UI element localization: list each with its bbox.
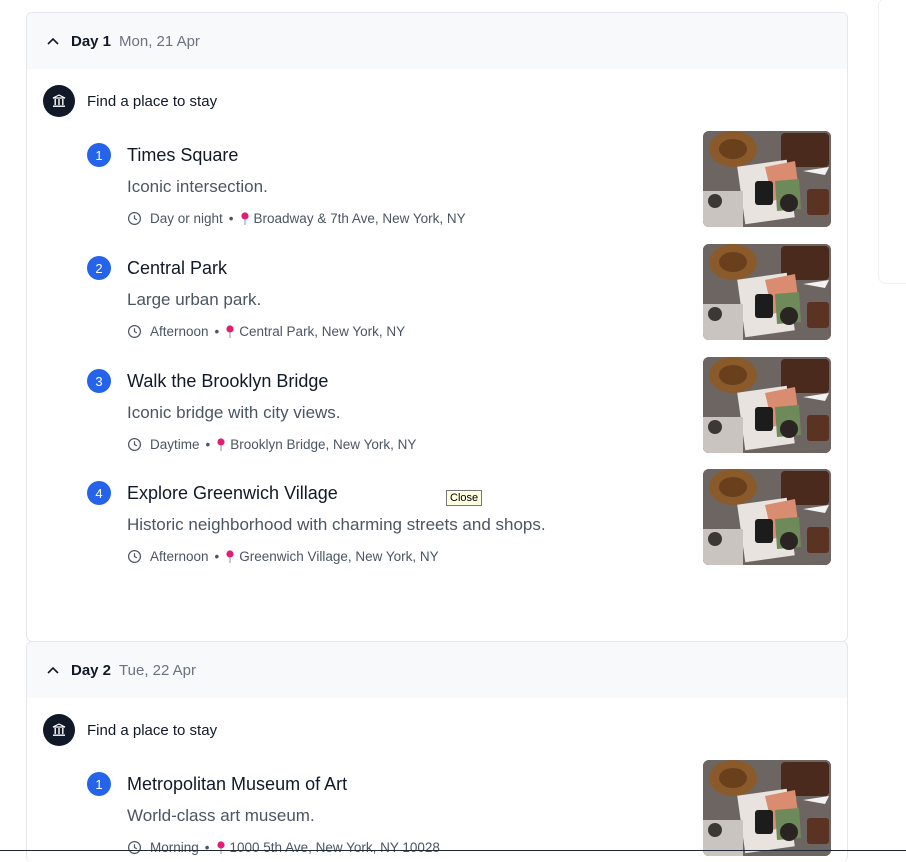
activity-thumbnail[interactable]	[703, 760, 831, 856]
activity-description: Iconic intersection.	[127, 177, 268, 196]
day-header[interactable]: Day 2 Tue, 22 Apr	[27, 642, 847, 698]
day-card-2: Day 2 Tue, 22 Apr Find a place to stay 1…	[26, 641, 848, 862]
activity-meta: Daytime • Brooklyn Bridge, New York, NY	[127, 437, 416, 452]
pin-icon	[240, 211, 249, 225]
activity-item[interactable]: 2 Central Park Large urban park. Afterno…	[87, 244, 831, 356]
right-side-panel	[878, 0, 906, 284]
separator-dot: •	[214, 324, 220, 339]
activity-title: Explore Greenwich Village	[127, 483, 338, 503]
activity-description: World-class art museum.	[127, 806, 315, 825]
activity-item[interactable]: 1 Metropolitan Museum of Art World-class…	[87, 760, 831, 862]
chevron-up-icon[interactable]	[45, 662, 61, 678]
close-tooltip: Close	[446, 490, 483, 506]
activity-location: 1000 5th Ave, New York, NY 10028	[229, 840, 440, 855]
clock-icon	[127, 437, 142, 452]
activity-title: Walk the Brooklyn Bridge	[127, 371, 329, 391]
find-stay-label: Find a place to stay	[87, 721, 218, 739]
activity-description: Historic neighborhood with charming stre…	[127, 515, 546, 534]
clock-icon	[127, 211, 142, 226]
clock-icon	[127, 840, 142, 855]
activity-description: Large urban park.	[127, 290, 262, 309]
pin-icon	[226, 324, 234, 338]
bank-icon	[43, 85, 75, 117]
pin-icon	[226, 549, 234, 563]
day-header[interactable]: Day 1 Mon, 21 Apr	[27, 13, 847, 69]
activity-location: Greenwich Village, New York, NY	[239, 549, 439, 564]
find-stay-label: Find a place to stay	[87, 92, 218, 110]
day-date: Tue, 22 Apr	[119, 661, 197, 679]
activity-thumbnail[interactable]	[703, 357, 831, 453]
activity-title: Central Park	[127, 258, 228, 278]
pin-icon	[216, 840, 225, 854]
activity-title: Metropolitan Museum of Art	[127, 774, 348, 794]
activity-thumbnail[interactable]	[703, 131, 831, 227]
activity-number: 4	[87, 481, 111, 505]
activity-location: Broadway & 7th Ave, New York, NY	[253, 211, 466, 226]
activity-number: 3	[87, 369, 111, 393]
activity-meta: Day or night • Broadway & 7th Ave, New Y…	[127, 211, 466, 226]
day-label: Day 1	[71, 32, 112, 50]
find-stay-row[interactable]: Find a place to stay	[43, 85, 217, 117]
window-bottom-border	[0, 850, 906, 851]
activity-number: 1	[87, 143, 111, 167]
activity-time: Morning	[150, 840, 199, 855]
activity-meta: Morning • 1000 5th Ave, New York, NY 100…	[127, 840, 440, 855]
activity-time: Afternoon	[150, 549, 209, 564]
activity-location: Brooklyn Bridge, New York, NY	[230, 437, 417, 452]
activity-item[interactable]: 3 Walk the Brooklyn Bridge Iconic bridge…	[87, 357, 831, 469]
activity-title: Times Square	[127, 145, 239, 165]
day-label: Day 2	[71, 661, 112, 679]
bank-icon	[43, 714, 75, 746]
activity-location: Central Park, New York, NY	[239, 324, 406, 339]
activity-description: Iconic bridge with city views.	[127, 403, 341, 422]
activity-thumbnail[interactable]	[703, 244, 831, 340]
activity-number: 2	[87, 256, 111, 280]
activity-time: Day or night	[150, 211, 223, 226]
separator-dot: •	[214, 549, 220, 564]
day-card-1: Day 1 Mon, 21 Apr Find a place to stay 1…	[26, 12, 848, 642]
activity-time: Daytime	[150, 437, 200, 452]
find-stay-row[interactable]: Find a place to stay	[43, 714, 217, 746]
activity-number: 1	[87, 772, 111, 796]
separator-dot: •	[228, 211, 234, 226]
activity-meta: Afternoon • Greenwich Village, New York,…	[127, 549, 439, 564]
day-date: Mon, 21 Apr	[119, 32, 200, 50]
activity-thumbnail[interactable]	[703, 469, 831, 565]
activity-meta: Afternoon • Central Park, New York, NY	[127, 324, 405, 339]
separator-dot: •	[204, 840, 210, 855]
separator-dot: •	[205, 437, 211, 452]
clock-icon	[127, 324, 142, 339]
activity-time: Afternoon	[150, 324, 209, 339]
chevron-up-icon[interactable]	[45, 33, 61, 49]
activity-item[interactable]: 1 Times Square Iconic intersection. Day …	[87, 131, 831, 243]
pin-icon	[217, 437, 225, 451]
clock-icon	[127, 549, 142, 564]
